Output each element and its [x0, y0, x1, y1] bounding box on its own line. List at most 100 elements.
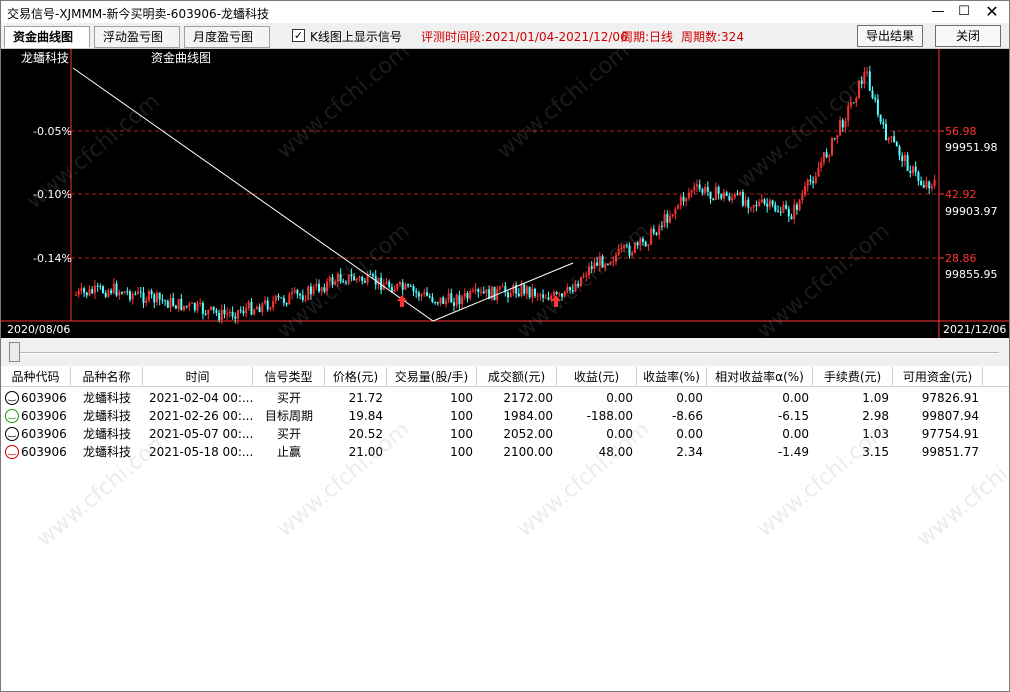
- cell-rate: 2.34: [676, 445, 703, 459]
- candle-body: [787, 208, 790, 217]
- maximize-icon[interactable]: ☐: [951, 2, 977, 22]
- chart-title-label: 资金曲线图: [151, 50, 211, 65]
- candle-body: [901, 155, 904, 162]
- candle-body: [312, 286, 315, 295]
- cell-volume: 100: [450, 409, 473, 423]
- col-header[interactable]: 可用资金(元): [893, 367, 983, 387]
- candle-body: [307, 286, 310, 300]
- table-row[interactable]: ‿ 603906 龙蟠科技 2021-05-07 00:... 买开 20.52 100 20…: [1, 425, 1009, 443]
- col-header[interactable]: 手续费(元): [813, 367, 893, 387]
- cell-type: 止赢: [276, 445, 301, 459]
- candle-body: [242, 311, 245, 314]
- candle-body: [606, 263, 609, 265]
- candle-body: [412, 286, 415, 292]
- candle-body: [309, 286, 312, 295]
- candle-body: [323, 287, 326, 292]
- candle-body: [887, 137, 890, 141]
- candle-body: [639, 238, 642, 246]
- candle-body: [925, 181, 928, 188]
- candle-body: [388, 281, 391, 287]
- candle-body: [174, 305, 177, 309]
- export-button[interactable]: 导出结果: [857, 25, 923, 47]
- candle-body: [623, 245, 626, 249]
- col-header[interactable]: 信号类型: [253, 367, 325, 387]
- candle-body: [255, 306, 258, 310]
- col-header[interactable]: 成交额(元): [477, 367, 557, 387]
- candle-body: [563, 291, 566, 297]
- cell-code: ‿ 603906: [1, 407, 71, 425]
- candle-body: [142, 292, 145, 304]
- candle-body: [596, 262, 599, 266]
- candle-body: [852, 102, 855, 104]
- close-icon[interactable]: ✕: [979, 2, 1005, 22]
- candle-body: [517, 293, 520, 297]
- candle-body: [369, 273, 372, 275]
- eval-period-text: 评测时间段:2021/01/04-2021/12/06: [421, 30, 628, 44]
- cell-name: 龙蟠科技: [82, 409, 131, 423]
- table-row[interactable]: ‿ 603906 龙蟠科技 2021-02-04 00:... 买开 21.72 100 21…: [1, 389, 1009, 407]
- candle-body: [296, 290, 299, 294]
- col-header[interactable]: 品种代码: [1, 367, 71, 387]
- app-window: 交易信号-XJMMM-新今买明卖-603906-龙蟠科技 — ☐ ✕ 资金曲线图…: [0, 0, 1010, 692]
- minimize-icon[interactable]: —: [925, 2, 951, 22]
- col-header[interactable]: 相对收益率α(%): [707, 367, 813, 387]
- candle-body: [785, 204, 788, 209]
- candle-body: [439, 297, 442, 304]
- col-header[interactable]: 收益率(%): [637, 367, 707, 387]
- tab-monthly-pnl[interactable]: 月度盈亏图: [184, 26, 270, 48]
- candle-body: [347, 274, 350, 284]
- candle-body: [698, 184, 701, 190]
- candle-body: [112, 283, 115, 293]
- candle-body: [110, 290, 113, 293]
- candle-body: [191, 302, 194, 304]
- col-header[interactable]: 时间: [143, 367, 253, 387]
- candle-body: [569, 287, 572, 290]
- candle-body: [463, 292, 466, 297]
- candle-body: [326, 281, 329, 292]
- table-row[interactable]: ‿ 603906 龙蟠科技 2021-02-26 00:... 目标周期 19.84 100…: [1, 407, 1009, 425]
- tab-floating-pnl[interactable]: 浮动盈亏图: [94, 26, 180, 48]
- left-axis-label: -0.14%: [33, 252, 72, 265]
- cell-profit: 0.00: [606, 427, 633, 441]
- code-text: 603906: [21, 409, 67, 423]
- candle-body: [447, 293, 450, 301]
- table-row[interactable]: ‿ 603906 龙蟠科技 2021-05-18 00:... 止赢 21.00 100 21…: [1, 443, 1009, 461]
- candle-body: [712, 198, 715, 200]
- candle-body: [725, 192, 728, 196]
- candle-body: [744, 199, 747, 206]
- candle-body: [882, 122, 885, 124]
- cell-price: 20.52: [348, 427, 383, 441]
- candle-body: [161, 299, 164, 301]
- cell-rate: 0.00: [676, 427, 703, 441]
- candle-body: [798, 200, 801, 210]
- candle-body: [534, 288, 536, 296]
- slider-track[interactable]: [9, 352, 999, 354]
- col-header[interactable]: 价格(元): [325, 367, 387, 387]
- candle-body: [455, 294, 458, 306]
- tab-equity-curve[interactable]: 资金曲线图: [4, 26, 90, 48]
- candle-body: [358, 276, 361, 279]
- candle-body: [512, 285, 515, 294]
- candle-body: [350, 274, 353, 277]
- slider-thumb[interactable]: [9, 342, 20, 362]
- candle-body: [250, 302, 253, 315]
- candle-body: [822, 152, 825, 163]
- candle-body: [831, 137, 833, 156]
- cell-time: 2021-02-26 00:...: [149, 409, 253, 423]
- candle-body: [393, 289, 396, 293]
- candle-body: [423, 292, 426, 295]
- tab-label: 浮动盈亏图: [103, 30, 164, 44]
- candle-body: [604, 263, 607, 268]
- start-date-label: 2020/08/06: [7, 323, 70, 336]
- col-header[interactable]: 品种名称: [71, 367, 143, 387]
- code-text: 603906: [21, 445, 67, 459]
- candle-body: [339, 273, 342, 282]
- candle-body: [196, 303, 199, 311]
- col-header[interactable]: 收益(元): [557, 367, 637, 387]
- candle-body: [199, 302, 202, 304]
- close-button[interactable]: 关闭: [935, 25, 1001, 47]
- end-date-label: 2021/12/06: [943, 323, 1006, 336]
- show-signal-checkbox[interactable]: ✓: [292, 29, 305, 42]
- col-header[interactable]: 交易量(股/手): [387, 367, 477, 387]
- candle-body: [774, 204, 777, 212]
